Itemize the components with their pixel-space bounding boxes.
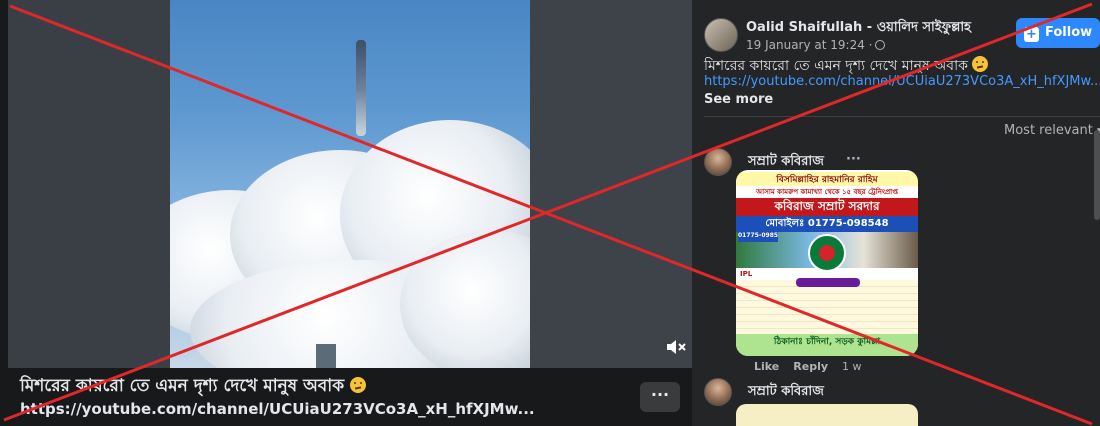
thinking-emoji-icon	[972, 56, 989, 72]
post-link[interactable]: https://youtube.com/channel/UCUiaU273VCo…	[704, 74, 1100, 89]
thinking-emoji-icon	[350, 377, 367, 393]
video-caption: মিশরের কায়রো তে এমন দৃশ্য দেখে মানুষ অব…	[20, 374, 620, 420]
see-more-link[interactable]: See more	[704, 92, 773, 107]
follow-button[interactable]: + Follow	[1016, 18, 1100, 48]
video-caption-link[interactable]: https://youtube.com/channel/UCUiaU273VCo…	[20, 398, 620, 420]
follow-plus-icon: +	[1024, 27, 1039, 42]
comment-attachment-image[interactable]	[736, 404, 918, 426]
comment-age: 1 w	[842, 360, 862, 373]
comment-attachment-image[interactable]: বিসমিল্লাহির রাহমানির রাহিম আসাম কামরুপ …	[736, 170, 918, 356]
commenter-name[interactable]: সম্রাট কবিরাজ	[748, 382, 824, 403]
video-blurred-right	[530, 0, 692, 368]
post-timestamp[interactable]: 19 January at 19:24 ·	[746, 38, 886, 52]
globe-icon	[875, 40, 886, 50]
author-name[interactable]: Oalid Shaifullah - ওয়ালিদ সাইফুল্লাহ	[746, 18, 971, 39]
commenter-avatar[interactable]	[704, 378, 732, 406]
more-options-button[interactable]: ···	[640, 382, 680, 412]
video-blurred-left	[8, 0, 170, 368]
video-panel: মিশরের কায়রো তে এমন দৃশ্য দেখে মানুষ অব…	[0, 0, 692, 426]
comment-options-button[interactable]: ···	[846, 152, 861, 167]
video-player[interactable]	[8, 0, 692, 368]
commenter-avatar[interactable]	[704, 148, 732, 176]
reply-button[interactable]: Reply	[793, 360, 828, 373]
speaker-mute-icon[interactable]	[664, 338, 688, 358]
video-frame[interactable]	[170, 0, 530, 368]
scrollbar[interactable]	[1094, 130, 1100, 220]
building	[316, 344, 336, 368]
comment-actions: Like Reply 1 w	[754, 360, 862, 373]
like-button[interactable]: Like	[754, 360, 779, 373]
comment-sort-dropdown[interactable]: Most relevant▼	[1004, 123, 1100, 138]
rocket-object	[356, 40, 366, 136]
video-title: মিশরের কায়রো তে এমন দৃশ্য দেখে মানুষ অব…	[20, 376, 345, 396]
post-sidebar: Oalid Shaifullah - ওয়ালিদ সাইফুল্লাহ 19…	[692, 0, 1100, 426]
author-avatar[interactable]	[704, 18, 738, 52]
divider	[704, 116, 1100, 117]
